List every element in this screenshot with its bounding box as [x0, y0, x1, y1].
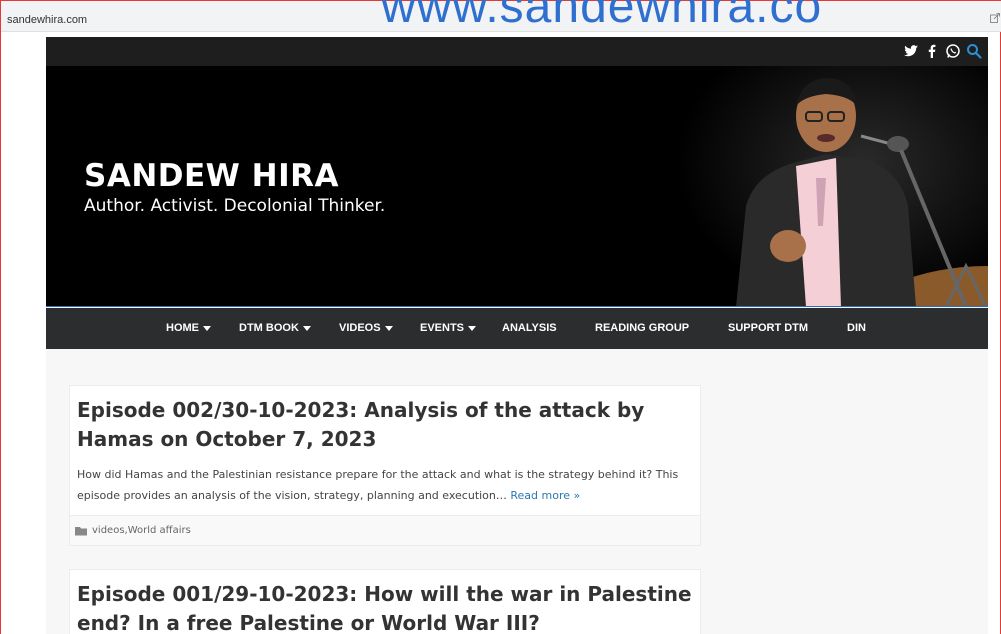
- main-navigation: HOME DTM BOOK VIDEOS EVENTS ANALYSIS REA…: [46, 308, 988, 349]
- nav-item-reading-group[interactable]: READING GROUP: [595, 322, 689, 334]
- post-title[interactable]: Episode 001/29-10-2023: How will the war…: [77, 580, 693, 634]
- post-card: Episode 001/29-10-2023: How will the war…: [69, 569, 701, 634]
- header-banner: SANDEW HIRA Author. Activist. Decolonial…: [46, 66, 988, 307]
- post-card: Episode 002/30-10-2023: Analysis of the …: [69, 385, 701, 546]
- top-social-bar: [46, 37, 988, 66]
- whatsapp-icon[interactable]: [945, 43, 961, 59]
- facebook-icon[interactable]: [924, 43, 940, 59]
- post-excerpt-text: How did Hamas and the Palestinian resist…: [77, 468, 679, 502]
- category-link-videos[interactable]: videos: [92, 525, 125, 536]
- url-text[interactable]: sandewhira.com: [7, 14, 87, 26]
- nav-item-din[interactable]: DIN: [847, 322, 866, 334]
- website: SANDEW HIRA Author. Activist. Decolonial…: [46, 37, 988, 634]
- nav-item-dtm-book[interactable]: DTM BOOK: [239, 322, 311, 334]
- search-icon[interactable]: [966, 43, 982, 59]
- site-title[interactable]: SANDEW HIRA: [84, 158, 339, 194]
- caret-down-icon: [203, 325, 211, 331]
- post-categories: videos, World affairs: [70, 515, 700, 545]
- caret-down-icon: [302, 325, 311, 331]
- read-more-link[interactable]: Read more »: [510, 489, 580, 502]
- nav-item-home[interactable]: HOME: [166, 322, 211, 334]
- browser-address-bar[interactable]: sandewhira.com www.sandewhira.co: [1, 0, 1001, 33]
- watermark-text: www.sandewhira.co: [381, 0, 823, 33]
- nav-item-events[interactable]: EVENTS: [420, 322, 477, 334]
- nav-item-analysis[interactable]: ANALYSIS: [502, 322, 557, 334]
- folder-icon: [75, 526, 87, 535]
- caret-down-icon: [468, 325, 477, 331]
- category-link-world-affairs[interactable]: World affairs: [128, 525, 191, 536]
- share-icon[interactable]: [990, 13, 1000, 23]
- post-excerpt: How did Hamas and the Palestinian resist…: [77, 464, 693, 506]
- nav-item-videos[interactable]: VIDEOS: [339, 322, 393, 334]
- social-icons: [903, 43, 982, 59]
- caret-down-icon: [384, 325, 393, 331]
- speaker-portrait: [676, 66, 988, 306]
- post-title[interactable]: Episode 002/30-10-2023: Analysis of the …: [77, 396, 693, 454]
- nav-item-support-dtm[interactable]: SUPPORT DTM: [728, 322, 808, 334]
- twitter-icon[interactable]: [903, 43, 919, 59]
- site-tagline: Author. Activist. Decolonial Thinker.: [84, 196, 386, 216]
